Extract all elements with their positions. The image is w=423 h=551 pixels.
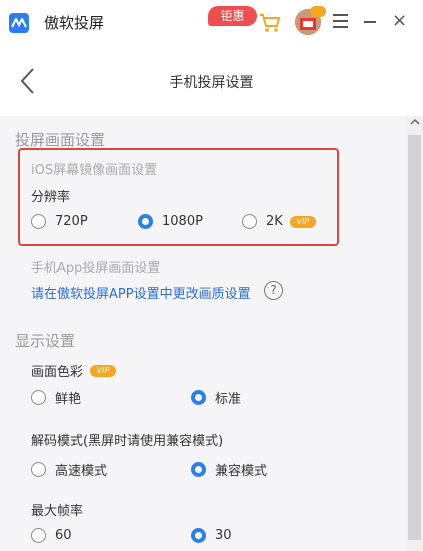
- radio-compatible[interactable]: 兼容模式: [191, 460, 267, 479]
- app-settings-link[interactable]: 请在傲软投屏APP设置中更改画质设置: [31, 283, 251, 302]
- radio-label: 30: [215, 528, 232, 543]
- radio-fps-30[interactable]: 30: [191, 528, 232, 543]
- radio-2k[interactable]: 2K VIP: [242, 214, 316, 229]
- ios-settings-label: iOS屏幕镜像画面设置: [31, 163, 158, 178]
- radio-button[interactable]: [191, 390, 206, 405]
- cart-icon[interactable]: [259, 13, 281, 33]
- vip-badge: VIP: [289, 215, 316, 228]
- radio-button[interactable]: [31, 390, 46, 405]
- app-title: 傲软投屏: [44, 14, 105, 32]
- scrollbar-thumb[interactable]: [408, 135, 421, 540]
- radio-label: 720P: [55, 214, 88, 229]
- radio-label: 标准: [215, 392, 242, 407]
- radio-fps-60[interactable]: 60: [31, 528, 72, 543]
- radio-720p[interactable]: 720P: [31, 214, 88, 229]
- menu-icon[interactable]: [333, 14, 348, 28]
- radio-label: 1080P: [162, 214, 203, 229]
- radio-standard[interactable]: 标准: [191, 388, 241, 407]
- screen-settings-title: 投屏画面设置: [15, 131, 106, 149]
- fps-label: 最大帧率: [31, 504, 84, 519]
- decode-mode-label: 解码模式(黑屏时请使用兼容模式): [31, 434, 224, 449]
- page-title: 手机投屏设置: [169, 75, 254, 91]
- app-settings-label: 手机App投屏画面设置: [31, 261, 161, 276]
- radio-label: 2K: [266, 214, 283, 229]
- color-label-text: 画面色彩: [31, 365, 84, 380]
- display-settings-title: 显示设置: [15, 332, 76, 350]
- radio-vivid[interactable]: 鲜艳: [31, 388, 81, 407]
- close-icon[interactable]: ×: [392, 11, 407, 31]
- radio-button[interactable]: [31, 214, 46, 229]
- color-label: 画面色彩 VIP: [31, 361, 117, 380]
- page-header: 手机投屏设置: [0, 46, 423, 116]
- app-logo-icon: [9, 13, 29, 33]
- radio-button[interactable]: [138, 214, 153, 229]
- radio-label: 兼容模式: [215, 464, 268, 479]
- radio-label: 高速模式: [55, 464, 108, 479]
- avatar-vip-badge: [310, 6, 326, 17]
- radio-button[interactable]: [31, 528, 46, 543]
- help-icon[interactable]: ?: [264, 281, 283, 300]
- promo-badge[interactable]: 钜惠: [208, 6, 257, 26]
- radio-1080p[interactable]: 1080P: [138, 214, 203, 229]
- radio-button[interactable]: [242, 214, 257, 229]
- radio-high-speed[interactable]: 高速模式: [31, 460, 107, 479]
- radio-button[interactable]: [191, 462, 206, 477]
- radio-button[interactable]: [31, 462, 46, 477]
- vip-badge: VIP: [90, 364, 117, 377]
- minimize-icon[interactable]: [364, 21, 376, 23]
- radio-label: 60: [55, 528, 72, 543]
- resolution-label: 分辨率: [31, 190, 71, 205]
- title-bar: 傲软投屏 钜惠 ×: [0, 0, 423, 46]
- scroll-up-icon[interactable]: [406, 116, 423, 132]
- radio-label: 鲜艳: [55, 392, 82, 407]
- radio-button[interactable]: [191, 528, 206, 543]
